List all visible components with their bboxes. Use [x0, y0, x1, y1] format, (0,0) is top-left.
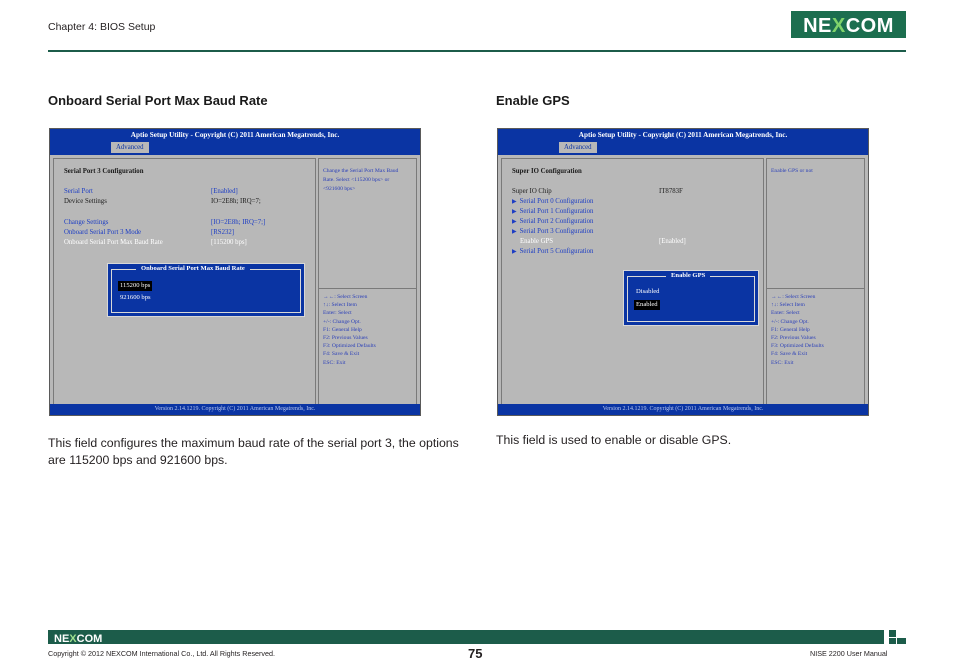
help-line: Change the Serial Port Max Baud — [323, 168, 399, 174]
tab-advanced[interactable]: Advanced — [111, 142, 149, 153]
copyright-text: Copyright © 2012 NEXCOM International Co… — [48, 649, 276, 658]
bios-row-value: [IO=2E8h; IRQ=7;] — [211, 219, 266, 226]
bios-title: Aptio Setup Utility - Copyright (C) 2011… — [130, 131, 340, 139]
key-hint: Enter: Select — [771, 310, 800, 317]
footer-nexcom-logo: NEXCOM — [54, 633, 102, 643]
bios-help-panel: Change the Serial Port Max Baud Rate. Se… — [318, 158, 417, 405]
popup-inner-frame — [111, 269, 301, 313]
help-line: Enable GPS or not — [771, 168, 813, 174]
submenu-arrow-icon: ▶ — [512, 219, 517, 225]
bios-row-label: Onboard Serial Port 3 Mode — [64, 229, 142, 236]
bios-screen-baud-rate: Aptio Setup Utility - Copyright (C) 2011… — [49, 128, 421, 416]
bios-row-value: [115200 bps] — [211, 239, 247, 246]
bios-row-label: Enable GPS — [520, 238, 554, 245]
bios-screen-enable-gps: Aptio Setup Utility - Copyright (C) 2011… — [497, 128, 869, 416]
corner-square — [889, 630, 896, 637]
key-hint: +/-: Change Opt. — [323, 318, 361, 325]
section-title-enable-gps: Enable GPS — [496, 93, 570, 108]
submenu-arrow-icon: ▶ — [512, 249, 517, 255]
section-title-baud-rate: Onboard Serial Port Max Baud Rate — [48, 93, 268, 108]
section-description-enable-gps: This field is used to enable or disable … — [496, 433, 732, 447]
bios-heading: Serial Port 3 Configuration — [64, 168, 144, 175]
bios-row-label: Serial Port — [64, 188, 93, 195]
bios-heading: Super IO Configuration — [512, 168, 582, 175]
key-hint: F3: Optimized Defaults — [323, 343, 376, 350]
svg-text:NEXCOM: NEXCOM — [803, 15, 894, 37]
corner-square — [897, 638, 906, 644]
key-legend: →←: Select Screen ↑↓: Select Item Enter:… — [323, 293, 376, 367]
bios-title: Aptio Setup Utility - Copyright (C) 2011… — [578, 131, 788, 139]
footer-bar — [48, 630, 884, 644]
header-rule — [48, 50, 906, 52]
popup-option-115200[interactable]: 115200 bps — [118, 281, 153, 291]
help-divider — [767, 288, 864, 289]
bios-row-label: Super IO Chip — [512, 188, 552, 195]
bios-popup-baud-rate: Onboard Serial Port Max Baud Rate 115200… — [107, 263, 305, 317]
bios-row-value: [Enabled] — [659, 238, 686, 245]
bios-row-label: Change Settings — [64, 219, 109, 226]
help-line: <921600 bps> — [323, 186, 356, 192]
svg-text:NEXCOM: NEXCOM — [54, 633, 102, 643]
submenu-arrow-icon: ▶ — [512, 199, 517, 205]
bios-row-value: IT8783F — [659, 188, 683, 195]
bios-row-value: [Enabled] — [211, 188, 238, 195]
popup-inner-frame — [627, 276, 755, 322]
bios-row-label: Serial Port 0 Configuration — [519, 198, 594, 205]
key-hint: ↑↓: Select Item — [323, 302, 357, 309]
key-hint: ESC: Exit — [771, 359, 794, 366]
key-hint: F4: Save & Exit — [323, 351, 360, 358]
bios-help-panel: Enable GPS or not →←: Select Screen ↑↓: … — [766, 158, 865, 405]
bios-row-label: Serial Port 5 Configuration — [519, 248, 594, 255]
key-hint: +/-: Change Opt. — [771, 318, 809, 325]
popup-option-enabled[interactable]: Enabled — [634, 300, 660, 310]
key-hint: F1: General Help — [323, 326, 362, 333]
popup-option-921600[interactable]: 921600 bps — [118, 293, 153, 303]
bios-row-value: [RS232] — [211, 229, 235, 236]
key-hint: ESC: Exit — [323, 359, 346, 366]
help-divider — [319, 288, 416, 289]
popup-option-disabled[interactable]: Disabled — [634, 287, 661, 297]
bios-row-label: Serial Port 1 Configuration — [519, 208, 594, 215]
key-hint: →←: Select Screen — [323, 294, 368, 300]
bios-row-label: Device Settings — [64, 198, 107, 205]
bios-row-label: Serial Port 3 Configuration — [519, 228, 594, 235]
bios-footer: Version 2.14.1219. Copyright (C) 2011 Am… — [50, 404, 420, 415]
key-hint: F2: Previous Values — [323, 335, 368, 342]
key-hint: F1: General Help — [771, 326, 810, 333]
key-hint: F2: Previous Values — [771, 335, 816, 342]
page-number: 75 — [468, 646, 483, 661]
bios-row-label: Onboard Serial Port Max Baud Rate — [64, 239, 163, 246]
key-hint: F4: Save & Exit — [771, 351, 808, 358]
bios-main-panel: Super IO Configuration Super IO Chip IT8… — [501, 158, 764, 405]
submenu-arrow-icon: ▶ — [512, 229, 517, 235]
section-description-baud-rate: This field configures the maximum baud r… — [48, 436, 459, 467]
chapter-title: Chapter 4: BIOS Setup — [48, 21, 156, 33]
popup-title: Enable GPS — [666, 271, 711, 281]
key-legend: →←: Select Screen ↑↓: Select Item Enter:… — [771, 293, 824, 367]
manual-title: NISE 2200 User Manual — [810, 649, 888, 658]
bios-row-value: IO=2E8h; IRQ=7; — [211, 198, 261, 205]
help-line: Rate. Select <115200 bps> or — [323, 177, 390, 183]
bios-row-label: Serial Port 2 Configuration — [519, 218, 594, 225]
key-hint: F3: Optimized Defaults — [771, 343, 824, 350]
bios-footer: Version 2.14.1219. Copyright (C) 2011 Am… — [498, 404, 868, 415]
submenu-arrow-icon: ▶ — [512, 209, 517, 215]
corner-square — [889, 638, 896, 644]
key-hint: Enter: Select — [323, 310, 352, 317]
tab-advanced[interactable]: Advanced — [559, 142, 597, 153]
key-hint: ↑↓: Select Item — [771, 302, 805, 309]
key-hint: →←: Select Screen — [771, 294, 816, 300]
popup-title: Onboard Serial Port Max Baud Rate — [136, 264, 250, 274]
bios-main-panel: Serial Port 3 Configuration Serial Port … — [53, 158, 316, 405]
nexcom-logo: NEXCOM — [791, 11, 906, 38]
bios-popup-enable-gps: Enable GPS Disabled Enabled — [623, 270, 759, 326]
